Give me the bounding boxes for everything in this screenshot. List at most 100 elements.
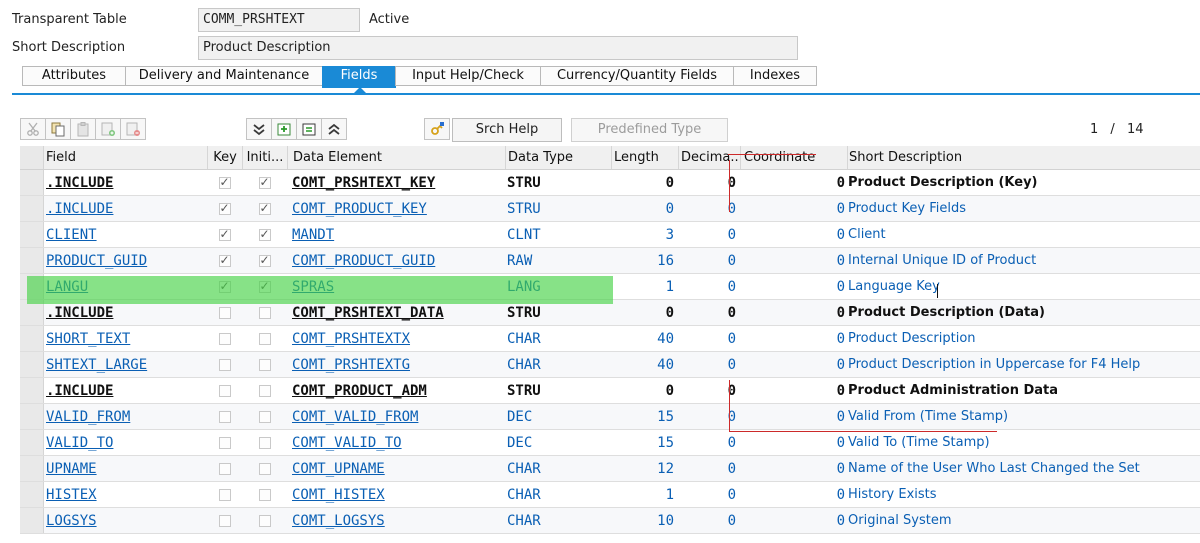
col-header-data-element[interactable]: Data Element [287,146,505,169]
short-description[interactable]: Product Description (Data) [847,300,1200,325]
row-selector[interactable] [20,274,44,299]
coordinate-value[interactable]: 0 [740,326,847,351]
length-value[interactable]: 0 [611,170,678,195]
decimal-value[interactable]: 0 [678,456,740,481]
data-type[interactable]: STRU [505,196,611,221]
data-element[interactable]: COMT_PRSHTEXTG [287,352,505,377]
field-name[interactable]: CLIENT [44,222,207,247]
col-header-initial[interactable]: Initi... [242,146,287,169]
short-description[interactable]: Name of the User Who Last Changed the Se… [847,456,1200,481]
coordinate-value[interactable]: 0 [740,378,847,403]
insert-field-icon[interactable] [271,118,297,140]
table-row[interactable]: UPNAME COMT_UPNAME CHAR 12 0 0 Name of the Use… [20,456,1200,482]
data-type[interactable]: STRU [505,170,611,195]
col-header-coordinate[interactable]: Coordinate [740,146,847,169]
row-selector[interactable] [20,248,44,273]
coordinate-value[interactable]: 0 [740,274,847,299]
initial-checkbox[interactable] [258,462,271,475]
field-name[interactable]: PRODUCT_GUID [44,248,207,273]
data-element[interactable]: COMT_PRSHTEXTX [287,326,505,351]
expand-all-icon[interactable] [246,118,272,140]
where-used-icon[interactable] [424,118,450,140]
row-selector[interactable] [20,508,44,533]
coordinate-value[interactable]: 0 [740,482,847,507]
field-name[interactable]: VALID_TO [44,430,207,455]
decimal-value[interactable]: 0 [678,404,740,429]
initial-checkbox[interactable] [258,175,271,189]
table-row[interactable]: LANGUSPRASLANG100Language Key [20,274,1200,300]
tab-delivery-and-maintenance[interactable]: Delivery and Maintenance [125,66,323,86]
short-description[interactable]: Product Description [847,326,1200,351]
col-header-length[interactable]: Length [611,146,678,169]
decimal-value[interactable]: 0 [678,482,740,507]
field-name[interactable]: .INCLUDE [44,196,207,221]
key-checkbox[interactable] [218,488,231,501]
decimal-value[interactable]: 0 [678,300,740,325]
key-checkbox[interactable] [218,462,231,475]
row-selector[interactable] [20,352,44,377]
field-name[interactable]: LOGSYS [44,508,207,533]
data-element[interactable]: SPRAS [287,274,505,299]
field-name[interactable]: .INCLUDE [44,300,207,325]
key-checkbox[interactable] [218,306,231,319]
key-checkbox[interactable] [218,514,231,527]
table-row[interactable]: .INCLUDECOMT_PRODUCT_KEYSTRU000Product K… [20,196,1200,222]
data-element[interactable]: COMT_PRSHTEXT_KEY [287,170,505,195]
coordinate-value[interactable]: 0 [740,222,847,247]
length-value[interactable]: 12 [611,456,678,481]
decimal-value[interactable]: 0 [678,196,740,221]
key-checkbox[interactable] [218,410,231,423]
table-row[interactable]: .INCLUDE COMT_PRODUCT_ADM STRU 0 0 0 Product A… [20,378,1200,404]
delete-row-icon[interactable] [120,118,146,140]
collapse-all-icon[interactable] [321,118,347,140]
decimal-value[interactable]: 0 [678,326,740,351]
short-description[interactable]: Internal Unique ID of Product [847,248,1200,273]
initial-checkbox[interactable] [258,384,271,397]
data-type[interactable]: STRU [505,378,611,403]
length-value[interactable]: 40 [611,352,678,377]
data-element[interactable]: COMT_PRSHTEXT_DATA [287,300,505,325]
key-checkbox[interactable] [218,332,231,345]
data-type[interactable]: CHAR [505,508,611,533]
row-selector[interactable] [20,170,44,195]
initial-checkbox[interactable] [258,436,271,449]
insert-row-icon[interactable] [95,118,121,140]
field-name[interactable]: .INCLUDE [44,378,207,403]
coordinate-value[interactable]: 0 [740,352,847,377]
row-selector[interactable] [20,378,44,403]
field-name[interactable]: UPNAME [44,456,207,481]
coordinate-value[interactable]: 0 [740,170,847,195]
tab-input-help-check[interactable]: Input Help/Check [395,66,541,86]
copy-icon[interactable] [45,118,71,140]
tab-fields[interactable]: Fields [322,66,396,88]
short-description[interactable]: Valid From (Time Stamp) [847,404,1200,429]
row-selector[interactable] [20,326,44,351]
data-type[interactable]: CHAR [505,352,611,377]
data-element[interactable]: COMT_PRODUCT_ADM [287,378,505,403]
data-element[interactable]: COMT_PRODUCT_KEY [287,196,505,221]
table-row[interactable]: .INCLUDECOMT_PRSHTEXT_KEYSTRU000Product … [20,170,1200,196]
data-type[interactable]: STRU [505,300,611,325]
srch-help-button[interactable]: Srch Help [452,118,562,142]
key-checkbox[interactable] [218,175,231,189]
data-type[interactable]: CHAR [505,326,611,351]
key-checkbox[interactable] [218,384,231,397]
short-description[interactable]: Language Key [847,274,1200,299]
short-description[interactable]: Valid To (Time Stamp) [847,430,1200,455]
short-description[interactable]: Original System [847,508,1200,533]
length-value[interactable]: 15 [611,404,678,429]
table-row[interactable]: SHORT_TEXT COMT_PRSHTEXTX CHAR 40 0 0 Product … [20,326,1200,352]
short-description-field[interactable]: Product Description [198,36,798,60]
short-description[interactable]: Client [847,222,1200,247]
table-row[interactable]: LOGSYS COMT_LOGSYS CHAR 10 0 0 Original System [20,508,1200,534]
row-selector[interactable] [20,430,44,455]
col-header-decimal[interactable]: Decima... [678,146,740,169]
select-all-corner[interactable] [20,146,44,169]
data-element[interactable]: COMT_LOGSYS [287,508,505,533]
key-checkbox[interactable] [218,436,231,449]
table-row[interactable]: PRODUCT_GUIDCOMT_PRODUCT_GUIDRAW1600Inte… [20,248,1200,274]
field-name[interactable]: .INCLUDE [44,170,207,195]
data-type[interactable]: CHAR [505,456,611,481]
cut-icon[interactable] [20,118,46,140]
table-row[interactable]: HISTEX COMT_HISTEX CHAR 1 0 0 History Exists [20,482,1200,508]
